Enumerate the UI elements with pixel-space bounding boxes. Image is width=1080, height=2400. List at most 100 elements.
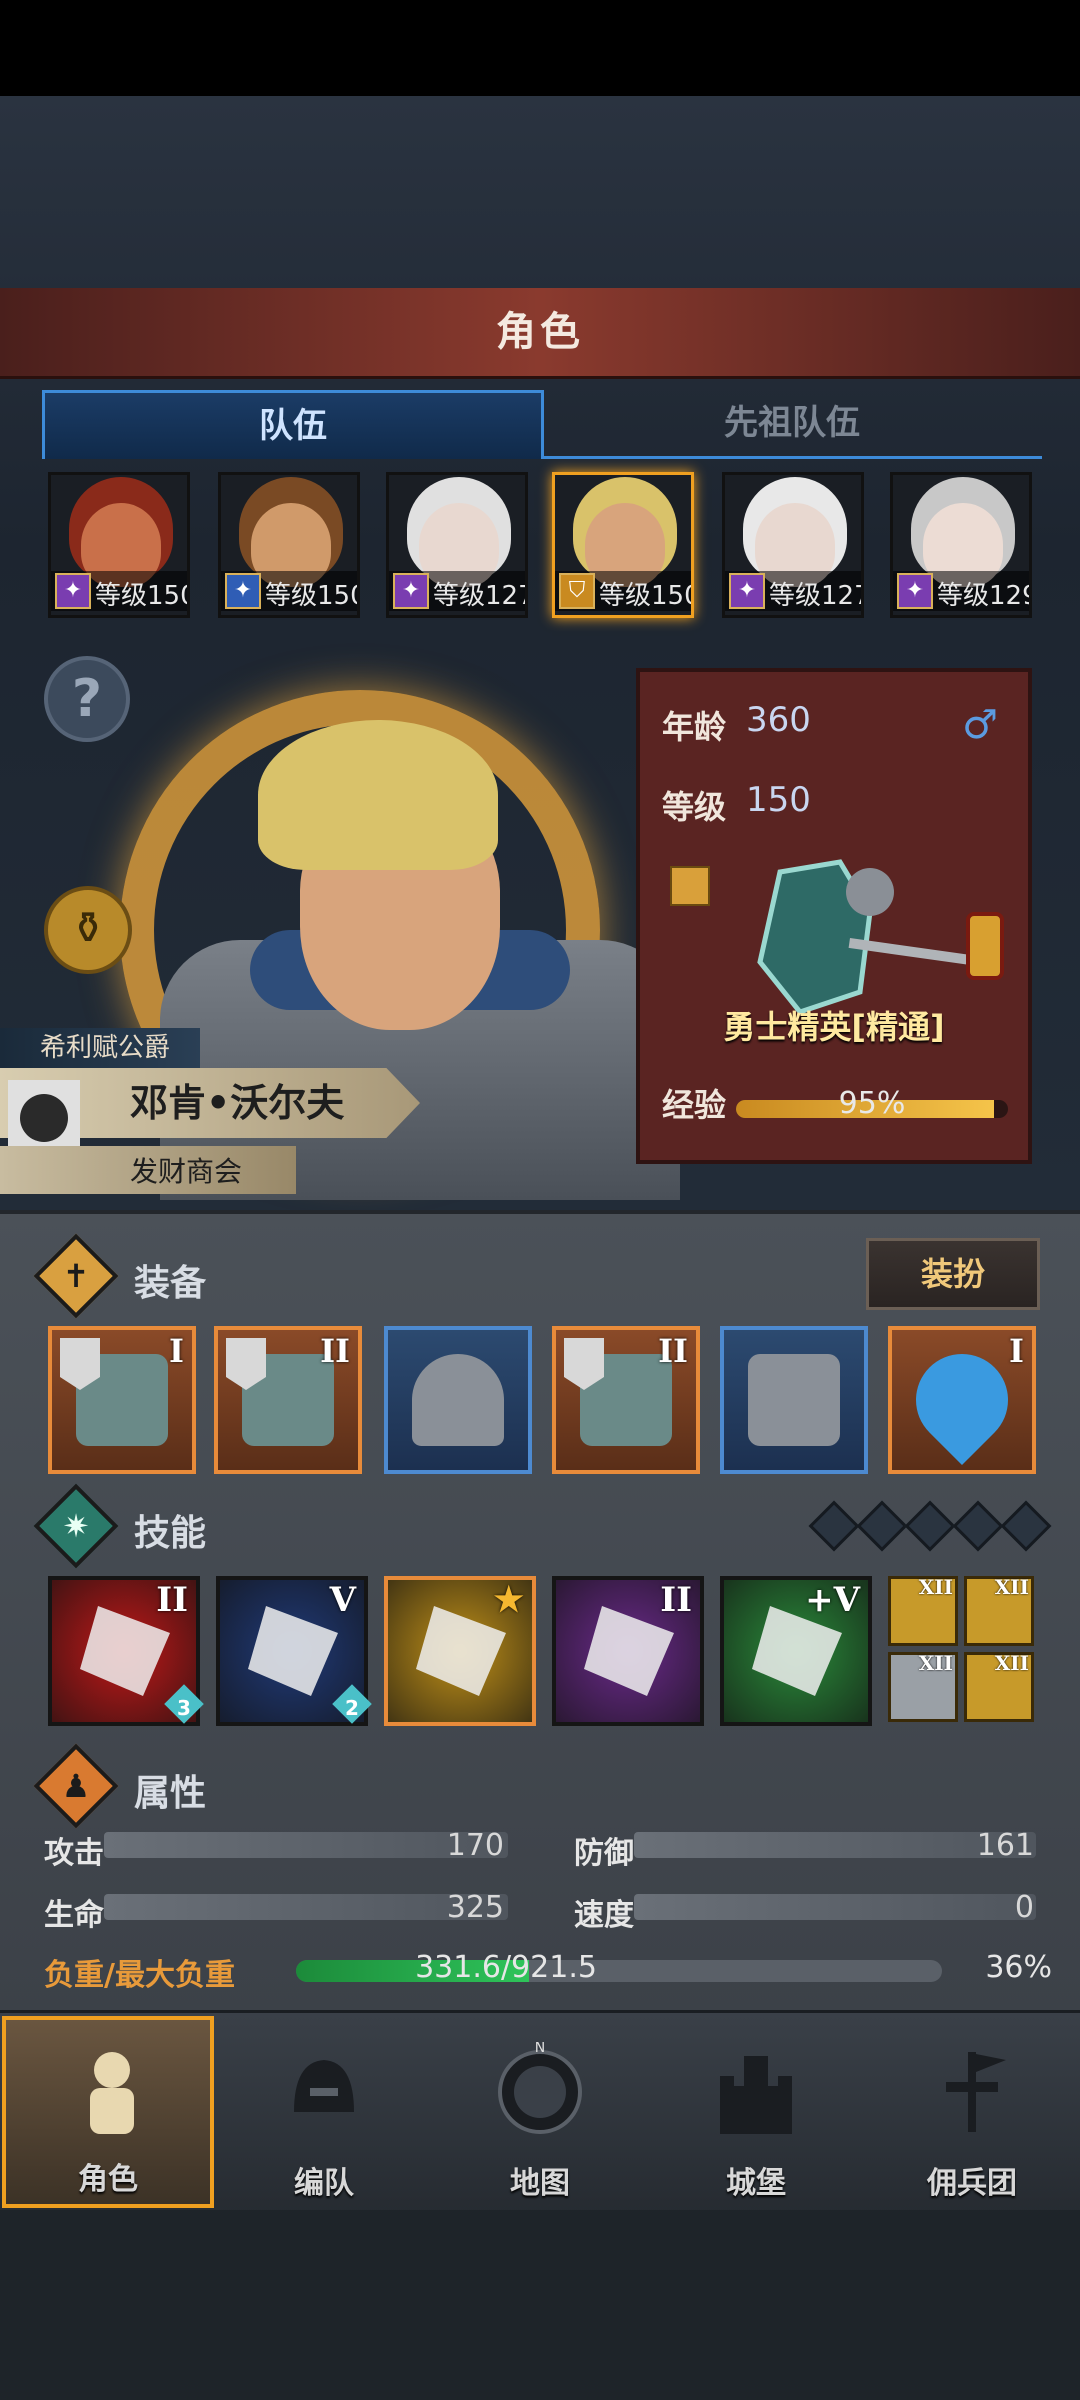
tab-team[interactable]: 队伍 <box>42 390 544 459</box>
person-icon: ♟ <box>61 1767 91 1805</box>
age-value: 360 <box>746 700 811 740</box>
skill-rank: II <box>660 1580 692 1620</box>
class-badge-icon: ✦ <box>729 573 765 609</box>
equipment-slot-helmet[interactable] <box>384 1326 532 1474</box>
class-weapon-art <box>757 859 1004 1015</box>
hp-value: 325 <box>446 1890 504 1925</box>
hero-info-card: 年龄 360 ♂ 等级 150 勇士精英[精通] 经验 95% <box>636 668 1032 1164</box>
nav-castle-label: 城堡 <box>726 2166 786 2201</box>
equipment-rank: I <box>1009 1332 1024 1370</box>
heart-amulet-icon <box>896 1334 1028 1466</box>
skill-slot[interactable]: V2 <box>216 1576 372 1726</box>
party-portrait[interactable]: ✦ 等级150 <box>48 472 190 618</box>
hp-label: 生命 <box>44 1898 104 1933</box>
party-portrait[interactable]: ✦ 等级127 <box>722 472 864 618</box>
passive-skill-icon[interactable]: XII <box>888 1575 958 1646</box>
skill-slot[interactable]: +V <box>720 1576 872 1726</box>
equipment-slot-boots[interactable] <box>720 1326 868 1474</box>
passive-rank: XII <box>994 1651 1029 1675</box>
equipment-slot-shield[interactable]: II <box>214 1326 362 1474</box>
dress-up-button[interactable]: 装扮 <box>866 1238 1040 1310</box>
defense-label: 防御 <box>574 1836 634 1871</box>
hero-name[interactable]: 邓肯•沃尔夫 <box>130 1072 344 1127</box>
equipment-title: 装备 <box>134 1263 207 1304</box>
passive-rank: XII <box>994 1575 1029 1599</box>
age-label: 年龄 <box>662 708 727 746</box>
equipment-rank: I <box>169 1332 184 1370</box>
party-portrait[interactable]: ✦ 等级129 <box>890 472 1032 618</box>
class-badge-icon: ✦ <box>393 573 429 609</box>
help-icon[interactable]: ? <box>44 656 130 742</box>
portrait-level: 等级150 <box>599 581 694 611</box>
skill-rank: II <box>156 1580 188 1620</box>
skill-slot[interactable]: II 3 <box>48 1576 204 1726</box>
portrait-level-bar: ✦ 等级127 <box>725 571 861 611</box>
portrait-level: 等级127 <box>769 581 864 611</box>
team-tabs: 队伍 先祖队伍 <box>42 390 1042 460</box>
load-label: 负重/最大负重 <box>44 1958 235 1993</box>
skill-rank: ★ <box>493 1580 524 1620</box>
class-badge-icon: ✦ <box>55 573 91 609</box>
guild-name[interactable]: 发财商会 <box>130 1150 242 1190</box>
equipment-slot-hammer[interactable]: I <box>48 1326 196 1474</box>
party-portrait[interactable]: ⛉ 等级150 <box>552 472 694 618</box>
hero-hair <box>258 720 498 870</box>
class-badge-icon: ✦ <box>225 573 261 609</box>
skill-rank: V <box>329 1580 356 1620</box>
defense-value: 161 <box>976 1828 1034 1863</box>
passive-rank: XII <box>918 1651 953 1675</box>
load-percent: 36% <box>985 1950 1052 1985</box>
skill-slot[interactable]: II <box>552 1576 704 1726</box>
class-shield-icon <box>670 866 710 906</box>
level-label: 等级 <box>662 788 727 826</box>
equipment-slot-heart-amulet[interactable]: I <box>888 1326 1036 1474</box>
nav-formation[interactable]: 编队 <box>218 2016 430 2208</box>
portrait-level: 等级150 <box>95 581 190 611</box>
attack-label: 攻击 <box>44 1836 104 1871</box>
tab-ancestors[interactable]: 先祖队伍 <box>542 390 1042 459</box>
castle-icon <box>720 2056 792 2134</box>
male-gender-icon: ♂ <box>962 702 998 748</box>
passive-rank: XII <box>918 1575 953 1599</box>
party-portrait[interactable]: ✦ 等级127 <box>386 472 528 618</box>
portrait-level-bar: ⛉ 等级150 <box>555 571 691 611</box>
passive-skill-icon[interactable]: XII <box>888 1651 958 1722</box>
page-title: 角色 <box>0 288 1080 379</box>
speed-label: 速度 <box>574 1898 634 1933</box>
cross-icon: ✝ <box>62 1257 90 1295</box>
equipment-slot-armor[interactable]: II <box>552 1326 700 1474</box>
speed-value: 0 <box>1014 1890 1034 1925</box>
portrait-level-bar: ✦ 等级150 <box>51 571 187 611</box>
load-value: 331.6/921.5 <box>415 1950 597 1985</box>
knight-icon <box>90 2052 134 2134</box>
class-badge-icon: ✦ <box>897 573 933 609</box>
portrait-level: 等级150 <box>265 581 360 611</box>
nav-character[interactable]: 角色 <box>2 2016 214 2208</box>
passive-skill-icon[interactable]: XII <box>964 1651 1034 1722</box>
portrait-level-bar: ✦ 等级129 <box>893 571 1029 611</box>
guild-emblem <box>20 1094 68 1142</box>
bottom-area <box>0 2210 1080 2400</box>
nav-castle[interactable]: 城堡 <box>650 2016 862 2208</box>
portrait-level: 等级129 <box>937 581 1032 611</box>
exp-label: 经验 <box>662 1086 727 1124</box>
equipment-rank: II <box>320 1332 350 1370</box>
svg-text:N: N <box>535 2042 545 2056</box>
skill-slot[interactable]: ★ <box>384 1576 536 1726</box>
nav-map-label: 地图 <box>510 2166 570 2201</box>
class-badge-icon: ⛉ <box>559 573 595 609</box>
nav-map[interactable]: N 地图 <box>434 2016 646 2208</box>
passive-skill-icon[interactable]: XII <box>964 1575 1034 1646</box>
nav-formation-label: 编队 <box>294 2166 354 2201</box>
potion-icon[interactable]: ⚱ <box>44 886 132 974</box>
helmet-icon <box>294 2060 354 2112</box>
class-name: 勇士精英[精通] <box>723 1008 945 1046</box>
portrait-level: 等级127 <box>433 581 528 611</box>
skill-level: 3 <box>177 1696 191 1720</box>
star-icon: ✷ <box>62 1507 90 1545</box>
equipment-rank: II <box>658 1332 688 1370</box>
party-portrait[interactable]: ✦ 等级150 <box>218 472 360 618</box>
nav-mercenary[interactable]: 佣兵团 <box>866 2016 1078 2208</box>
skill-level: 2 <box>345 1696 359 1720</box>
portrait-level-bar: ✦ 等级150 <box>221 571 357 611</box>
